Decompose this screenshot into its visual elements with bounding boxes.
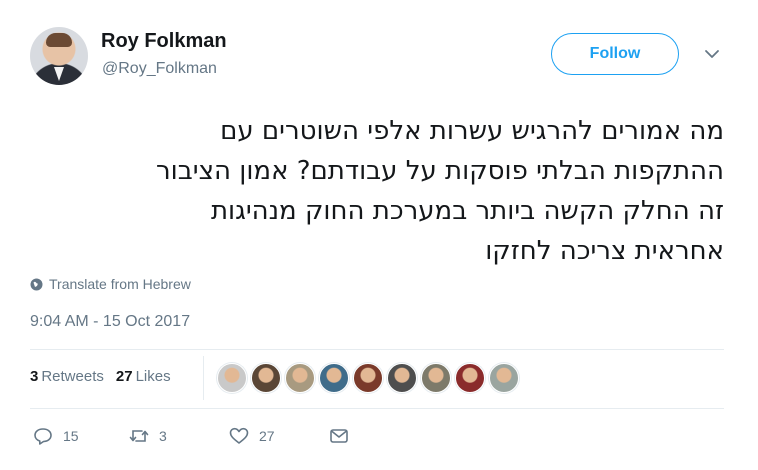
follow-button[interactable]: Follow bbox=[551, 33, 679, 75]
envelope-icon bbox=[330, 429, 348, 443]
tweet-line: אחראית צריכה לחזקו bbox=[485, 236, 724, 266]
like-button[interactable]: 27 bbox=[229, 426, 329, 446]
retweet-button[interactable]: 3 bbox=[129, 426, 229, 446]
reply-button[interactable]: 15 bbox=[33, 426, 129, 446]
translate-label[interactable]: Translate from Hebrew bbox=[49, 276, 191, 292]
liker-avatar[interactable] bbox=[421, 363, 451, 393]
chevron-down-icon[interactable] bbox=[703, 47, 721, 61]
avatar-collar bbox=[54, 67, 64, 81]
retweet-stat[interactable]: 3 Retweets bbox=[30, 368, 104, 385]
translate-link[interactable]: Translate from Hebrew bbox=[30, 276, 191, 292]
liker-avatar[interactable] bbox=[387, 363, 417, 393]
engagement-stats: 3 Retweets 27 Likes bbox=[30, 368, 171, 385]
stats-divider bbox=[203, 356, 204, 400]
reply-count: 15 bbox=[63, 428, 79, 444]
like-label: Likes bbox=[135, 368, 171, 385]
retweet-icon bbox=[129, 430, 149, 442]
like-stat[interactable]: 27 Likes bbox=[116, 368, 171, 385]
liker-avatar[interactable] bbox=[353, 363, 383, 393]
display-name[interactable]: Roy Folkman bbox=[101, 30, 227, 53]
avatar-hair bbox=[46, 33, 72, 47]
liker-avatar[interactable] bbox=[489, 363, 519, 393]
tweet-line: מה אמורים להרגיש עשרות אלפי השוטרים עם bbox=[220, 116, 724, 146]
user-handle[interactable]: @Roy_Folkman bbox=[102, 60, 217, 78]
liker-avatar[interactable] bbox=[285, 363, 315, 393]
like-count: 27 bbox=[115, 368, 133, 385]
heart-icon bbox=[229, 427, 249, 444]
retweet-action-count: 3 bbox=[159, 428, 167, 444]
action-bar: 15 3 27 bbox=[33, 426, 349, 446]
tweet-line: ההתקפות הבלתי פוסקות על עבודתם? אמון הצי… bbox=[155, 156, 724, 186]
globe-icon bbox=[30, 278, 43, 290]
like-action-count: 27 bbox=[259, 428, 275, 444]
retweet-label: Retweets bbox=[41, 368, 104, 385]
direct-message-button[interactable] bbox=[329, 426, 349, 446]
liker-avatar[interactable] bbox=[217, 363, 247, 393]
liker-avatars bbox=[217, 363, 519, 393]
reply-icon bbox=[34, 428, 52, 445]
retweet-count: 3 bbox=[30, 368, 39, 385]
tweet-line: זה החלק הקשה ביותר במערכת החוק מנהיגות bbox=[210, 196, 724, 226]
liker-avatar[interactable] bbox=[251, 363, 281, 393]
divider-top bbox=[30, 349, 724, 350]
liker-avatar[interactable] bbox=[319, 363, 349, 393]
profile-avatar[interactable] bbox=[30, 27, 88, 85]
tweet-timestamp[interactable]: 9:04 AM - 15 Oct 2017 bbox=[30, 313, 190, 331]
divider-bottom bbox=[30, 408, 724, 409]
liker-avatar[interactable] bbox=[455, 363, 485, 393]
tweet-text: מה אמורים להרגיש עשרות אלפי השוטרים עם ה… bbox=[60, 111, 724, 271]
